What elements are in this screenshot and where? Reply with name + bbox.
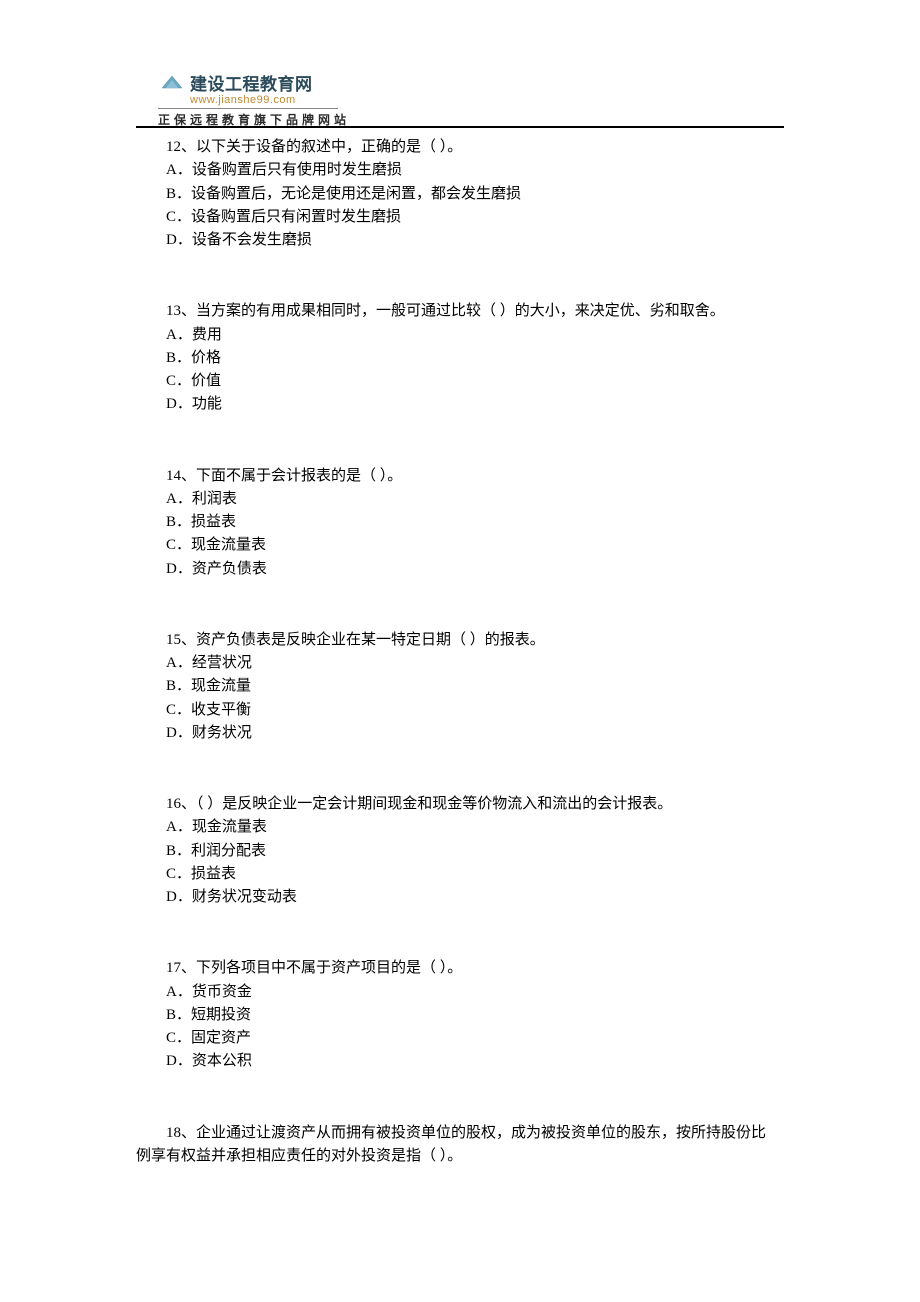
question-stem: 17、下列各项目中不属于资产项目的是（ ）。 — [136, 957, 784, 980]
question-number: 17 — [166, 960, 181, 976]
option-c: C．损益表 — [136, 863, 784, 886]
question-text: 下列各项目中不属于资产项目的是（ ）。 — [196, 960, 462, 976]
option-a: A．现金流量表 — [136, 816, 784, 839]
question-text-line2: 例享有权益并承担相应责任的对外投资是指（ ）。 — [136, 1145, 784, 1168]
question-16: 16、（ ）是反映企业一定会计期间现金和现金等价物流入和流出的会计报表。 A．现… — [136, 793, 784, 909]
question-number: 14 — [166, 468, 181, 484]
option-d: D．设备不会发生磨损 — [136, 229, 784, 252]
option-b: B．利润分配表 — [136, 840, 784, 863]
logo-row: 建设工程教育网 — [158, 68, 338, 96]
option-a: A．货币资金 — [136, 981, 784, 1004]
option-b: B．设备购置后，无论是使用还是闲置，都会发生磨损 — [136, 183, 784, 206]
logo-url: www.jianshe99.com — [190, 94, 338, 106]
question-14: 14、下面不属于会计报表的是（ ）。 A．利润表 B．损益表 C．现金流量表 D… — [136, 465, 784, 581]
option-b: B．损益表 — [136, 511, 784, 534]
question-18: 18、企业通过让渡资产从而拥有被投资单位的股权，成为被投资单位的股东，按所持股份… — [136, 1122, 784, 1169]
question-12: 12、以下关于设备的叙述中，正确的是（ ）。 A．设备购置后只有使用时发生磨损 … — [136, 136, 784, 252]
question-stem: 12、以下关于设备的叙述中，正确的是（ ）。 — [136, 136, 784, 159]
logo-tagline: 正保远程教育旗下品牌网站 — [158, 108, 338, 128]
question-stem: 14、下面不属于会计报表的是（ ）。 — [136, 465, 784, 488]
option-d: D．财务状况变动表 — [136, 886, 784, 909]
question-text: 下面不属于会计报表的是（ ）。 — [196, 468, 402, 484]
question-text: 当方案的有用成果相同时，一般可通过比较（ ）的大小，来决定优、劣和取舍。 — [196, 303, 725, 319]
logo-icon — [158, 68, 186, 96]
logo-title: 建设工程教育网 — [190, 70, 313, 95]
document-header: 建设工程教育网 www.jianshe99.com 正保远程教育旗下品牌网站 — [158, 68, 338, 128]
header-divider — [136, 126, 784, 128]
option-d: D．资产负债表 — [136, 558, 784, 581]
option-c: C．固定资产 — [136, 1027, 784, 1050]
question-number: 13 — [166, 303, 181, 319]
question-15: 15、资产负债表是反映企业在某一特定日期（ ）的报表。 A．经营状况 B．现金流… — [136, 629, 784, 745]
option-b: B．现金流量 — [136, 675, 784, 698]
question-13: 13、当方案的有用成果相同时，一般可通过比较（ ）的大小，来决定优、劣和取舍。 … — [136, 300, 784, 416]
option-b: B．短期投资 — [136, 1004, 784, 1027]
option-c: C．设备购置后只有闲置时发生磨损 — [136, 206, 784, 229]
question-text: 资产负债表是反映企业在某一特定日期（ ）的报表。 — [196, 632, 545, 648]
document-content: 12、以下关于设备的叙述中，正确的是（ ）。 A．设备购置后只有使用时发生磨损 … — [136, 136, 784, 1168]
option-a: A．设备购置后只有使用时发生磨损 — [136, 159, 784, 182]
question-number: 16 — [166, 796, 181, 812]
question-number: 18 — [166, 1125, 181, 1141]
question-text: （ ）是反映企业一定会计期间现金和现金等价物流入和流出的会计报表。 — [196, 796, 672, 812]
question-number: 15 — [166, 632, 181, 648]
question-text-line1: 企业通过让渡资产从而拥有被投资单位的股权，成为被投资单位的股东，按所持股份比 — [196, 1125, 766, 1141]
option-c: C．价值 — [136, 370, 784, 393]
question-stem: 15、资产负债表是反映企业在某一特定日期（ ）的报表。 — [136, 629, 784, 652]
option-c: C．现金流量表 — [136, 534, 784, 557]
option-a: A．经营状况 — [136, 652, 784, 675]
option-d: D．功能 — [136, 393, 784, 416]
option-c: C．收支平衡 — [136, 699, 784, 722]
question-17: 17、下列各项目中不属于资产项目的是（ ）。 A．货币资金 B．短期投资 C．固… — [136, 957, 784, 1073]
option-d: D．财务状况 — [136, 722, 784, 745]
question-text: 以下关于设备的叙述中，正确的是（ ）。 — [196, 139, 462, 155]
option-a: A．利润表 — [136, 488, 784, 511]
question-stem: 13、当方案的有用成果相同时，一般可通过比较（ ）的大小，来决定优、劣和取舍。 — [136, 300, 784, 323]
question-stem: 16、（ ）是反映企业一定会计期间现金和现金等价物流入和流出的会计报表。 — [136, 793, 784, 816]
question-stem: 18、企业通过让渡资产从而拥有被投资单位的股权，成为被投资单位的股东，按所持股份… — [136, 1122, 784, 1145]
option-b: B．价格 — [136, 347, 784, 370]
option-a: A．费用 — [136, 324, 784, 347]
question-number: 12 — [166, 139, 181, 155]
option-d: D．资本公积 — [136, 1050, 784, 1073]
